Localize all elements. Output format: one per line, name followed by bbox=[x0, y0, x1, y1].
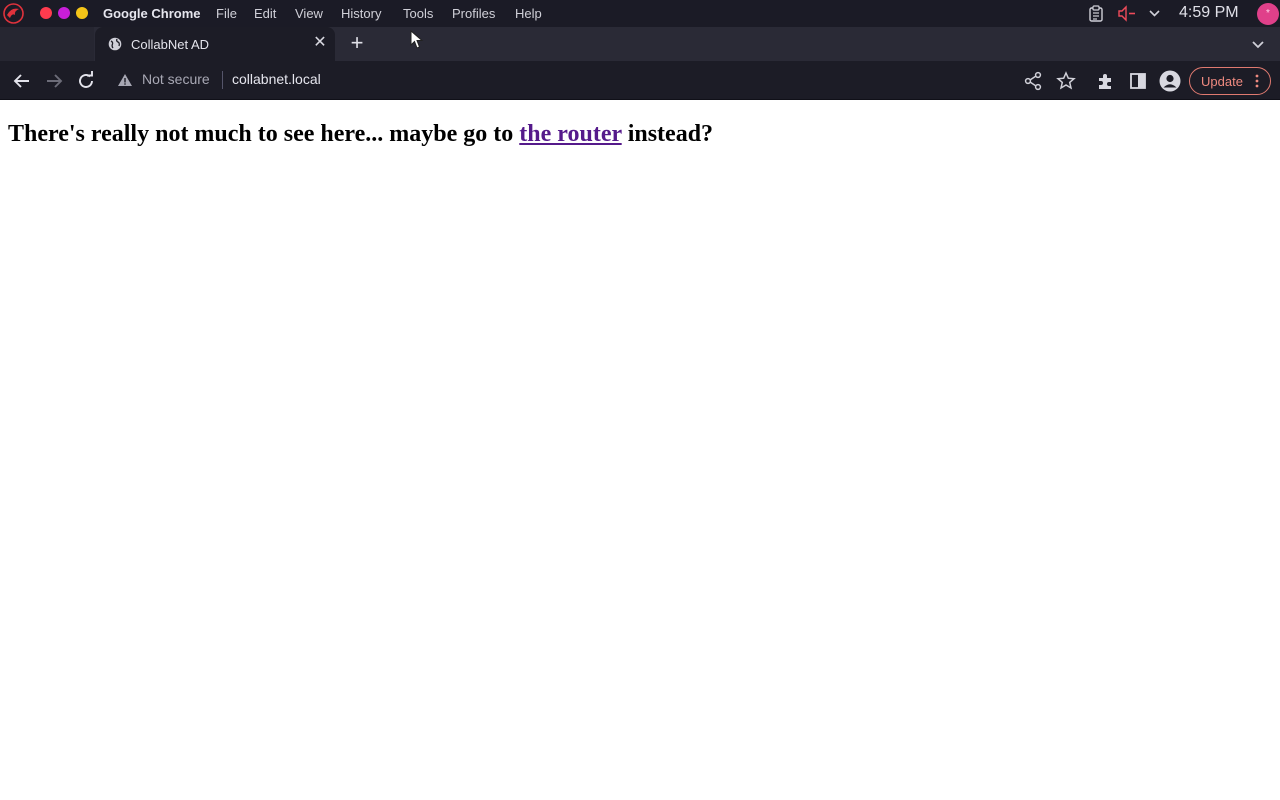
warning-icon[interactable] bbox=[117, 72, 133, 88]
reload-icon[interactable] bbox=[75, 70, 97, 92]
headline-text-after: instead? bbox=[621, 121, 714, 147]
omnibox-divider bbox=[222, 71, 223, 89]
user-avatar[interactable]: * bbox=[1257, 3, 1279, 25]
volume-muted-icon[interactable] bbox=[1117, 5, 1137, 22]
menu-profiles[interactable]: Profiles bbox=[452, 6, 495, 21]
tab-title: CollabNet AD bbox=[131, 37, 210, 52]
new-tab-button[interactable]: + bbox=[346, 32, 368, 54]
menu-file[interactable]: File bbox=[216, 6, 237, 21]
menu-tools[interactable]: Tools bbox=[403, 6, 433, 21]
share-icon[interactable] bbox=[1023, 70, 1045, 92]
router-link[interactable]: the router bbox=[519, 121, 621, 147]
extensions-puzzle-icon[interactable] bbox=[1095, 70, 1117, 92]
menu-view[interactable]: View bbox=[295, 6, 323, 21]
security-status-label[interactable]: Not secure bbox=[142, 71, 210, 87]
close-tab-icon[interactable]: ✕ bbox=[311, 34, 329, 52]
bookmark-star-icon[interactable] bbox=[1055, 70, 1077, 92]
tab-strip: CollabNet AD ✕ + bbox=[0, 27, 1280, 61]
tab-strip-spacer bbox=[0, 27, 94, 61]
profile-avatar-icon[interactable] bbox=[1159, 70, 1181, 92]
chevron-down-icon[interactable] bbox=[1148, 8, 1161, 18]
more-vertical-icon[interactable] bbox=[1254, 73, 1260, 89]
window-minimize-button[interactable] bbox=[58, 7, 70, 19]
clipboard-icon[interactable] bbox=[1088, 5, 1104, 22]
update-label: Update bbox=[1201, 74, 1243, 89]
update-button[interactable]: Update bbox=[1189, 67, 1271, 95]
distro-logo-icon[interactable] bbox=[3, 3, 24, 24]
globe-icon bbox=[108, 37, 122, 51]
page-content: There's really not much to see here... m… bbox=[0, 101, 1280, 800]
back-arrow-icon[interactable] bbox=[11, 70, 33, 92]
system-menu-bar: Google Chrome File Edit View History Too… bbox=[0, 0, 1280, 27]
app-name[interactable]: Google Chrome bbox=[103, 6, 201, 21]
tab-collabnet-ad[interactable]: CollabNet AD ✕ bbox=[95, 27, 335, 61]
mouse-cursor-icon bbox=[410, 30, 424, 49]
headline-text-before: There's really not much to see here... m… bbox=[8, 121, 520, 147]
window-close-button[interactable] bbox=[40, 7, 52, 19]
forward-arrow-icon[interactable] bbox=[43, 70, 65, 92]
tab-search-chevron-icon[interactable] bbox=[1248, 34, 1268, 54]
side-panel-icon[interactable] bbox=[1127, 70, 1149, 92]
page-headline: There's really not much to see here... m… bbox=[8, 121, 713, 148]
menu-edit[interactable]: Edit bbox=[254, 6, 276, 21]
browser-toolbar: Not secure collabnet.local Update bbox=[0, 61, 1280, 100]
menu-help[interactable]: Help bbox=[515, 6, 542, 21]
system-clock[interactable]: 4:59 PM bbox=[1179, 4, 1239, 22]
menu-history[interactable]: History bbox=[341, 6, 381, 21]
window-maximize-button[interactable] bbox=[76, 7, 88, 19]
address-bar-url[interactable]: collabnet.local bbox=[232, 71, 321, 87]
